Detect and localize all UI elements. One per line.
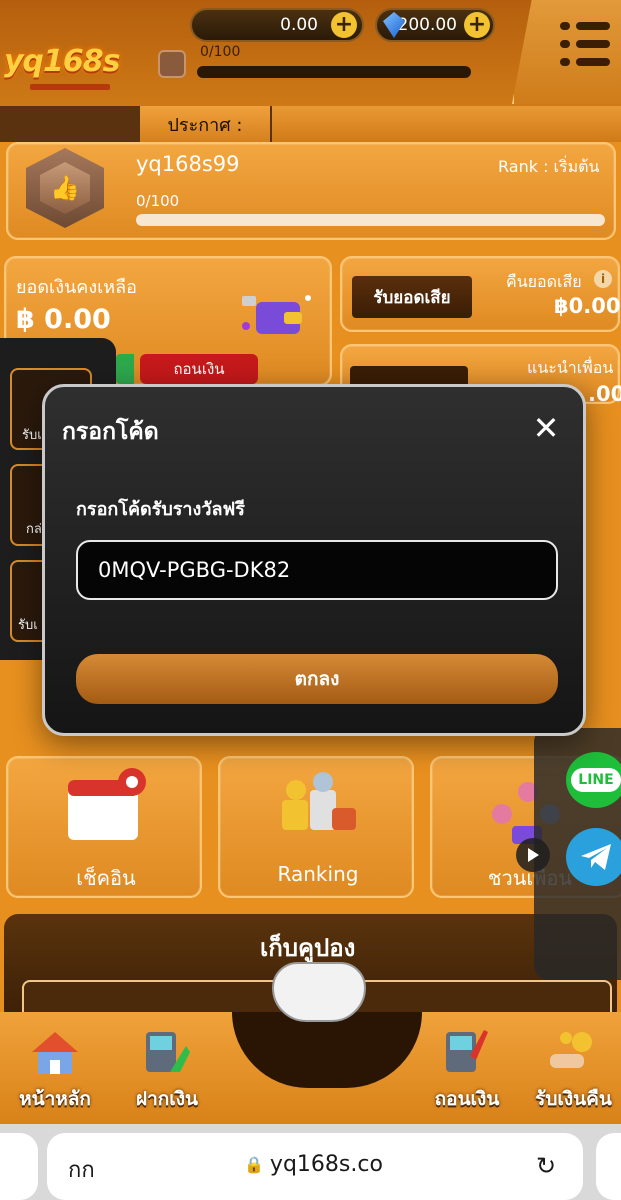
claim-cashback-button[interactable]: รับยอดเสีย xyxy=(352,276,472,318)
nav-deposit[interactable]: ฝากเงิน xyxy=(112,1022,222,1122)
header-xp-bar xyxy=(197,66,471,78)
play-icon xyxy=(528,848,539,862)
site-logo[interactable]: yq168s xyxy=(4,44,124,86)
nav-home[interactable]: หน้าหลัก xyxy=(0,1022,110,1122)
reload-icon[interactable]: ↻ xyxy=(536,1152,562,1180)
telegram-button[interactable] xyxy=(566,828,621,886)
gem-value: 200.00 xyxy=(397,15,457,35)
withdraw-atm-icon xyxy=(446,1030,488,1072)
trophy-podium-icon xyxy=(282,772,356,830)
nav-cashback-label: รับเงินคืน xyxy=(535,1088,612,1110)
close-icon[interactable]: ✕ xyxy=(530,412,562,444)
line-icon: LINE xyxy=(571,768,621,792)
home-icon xyxy=(32,1032,78,1074)
announcement-label: ประกาศ : xyxy=(140,106,270,142)
modal-title: กรอกโค้ด xyxy=(62,419,159,445)
menu-dot xyxy=(560,40,570,48)
browser-back-button[interactable] xyxy=(0,1133,38,1200)
deposit-atm-icon xyxy=(146,1032,190,1072)
info-icon[interactable]: i xyxy=(594,270,612,288)
side-tile-label: รับเ xyxy=(18,618,38,633)
rank-label: Rank : เริ่มต้น xyxy=(498,157,600,176)
profile-progress-bar xyxy=(136,214,605,226)
level-badge-icon xyxy=(158,50,186,78)
code-input[interactable] xyxy=(76,540,558,600)
menu-line xyxy=(576,40,610,48)
menu-dot xyxy=(560,58,570,66)
nav-withdraw[interactable]: ถอนเงิน xyxy=(412,1022,522,1122)
balance-value: ฿ 0.00 xyxy=(16,304,111,335)
balance-label: ยอดเงินคงเหลือ xyxy=(16,277,137,298)
checkin-label: เช็คอิน xyxy=(76,866,136,890)
text-size-button[interactable]: กก xyxy=(68,1152,95,1187)
referral-value: .00 xyxy=(588,382,621,406)
ranking-shortcut[interactable]: Ranking xyxy=(218,756,414,898)
cashback-label: คืนยอดเสีย xyxy=(506,272,582,291)
cashback-value: ฿0.00 xyxy=(554,294,621,318)
nav-withdraw-label: ถอนเงิน xyxy=(434,1088,500,1110)
menu-line xyxy=(576,22,610,30)
play-button[interactable] xyxy=(516,838,550,872)
url-display[interactable]: 🔒 yq168s.co xyxy=(244,1152,383,1177)
nav-deposit-label: ฝากเงิน xyxy=(135,1088,199,1110)
referral-label: แนะนำเพื่อน xyxy=(527,358,614,377)
cashback-hand-icon xyxy=(550,1032,592,1068)
telegram-icon xyxy=(581,844,611,870)
menu-line xyxy=(576,58,610,66)
logo-underline xyxy=(30,84,110,90)
checkin-shortcut[interactable]: เช็คอิน xyxy=(6,756,202,898)
confirm-button[interactable]: ตกลง xyxy=(76,654,558,704)
announcement-ticker xyxy=(272,106,621,142)
username: yq168s99 xyxy=(136,152,240,176)
credit-value: 0.00 xyxy=(280,15,318,35)
add-credit-button[interactable]: + xyxy=(331,12,357,38)
menu-dot xyxy=(560,22,570,30)
profile-progress-label: 0/100 xyxy=(136,192,180,210)
side-tile-label: รับเ xyxy=(22,428,42,443)
lock-icon: 🔒 xyxy=(244,1155,264,1174)
url-text: yq168s.co xyxy=(269,1152,383,1177)
line-chat-button[interactable]: LINE xyxy=(566,752,621,808)
wallet-icon xyxy=(242,295,311,334)
deposit-button[interactable] xyxy=(116,354,134,384)
browser-tab-button[interactable] xyxy=(596,1133,621,1200)
add-gem-button[interactable]: + xyxy=(464,12,490,38)
calendar-icon xyxy=(68,768,146,840)
nav-home-label: หน้าหลัก xyxy=(19,1088,91,1110)
nav-cashback[interactable]: รับเงินคืน xyxy=(526,1022,621,1122)
header-xp-label: 0/100 xyxy=(200,44,241,60)
ranking-label: Ranking xyxy=(277,862,359,886)
code-field-label: กรอกโค้ดรับรางวัลฟรี xyxy=(76,499,245,520)
withdraw-button[interactable]: ถอนเงิน xyxy=(140,354,258,384)
gamepad-icon[interactable] xyxy=(272,962,366,1022)
side-tile-label: กล่ xyxy=(26,522,42,537)
